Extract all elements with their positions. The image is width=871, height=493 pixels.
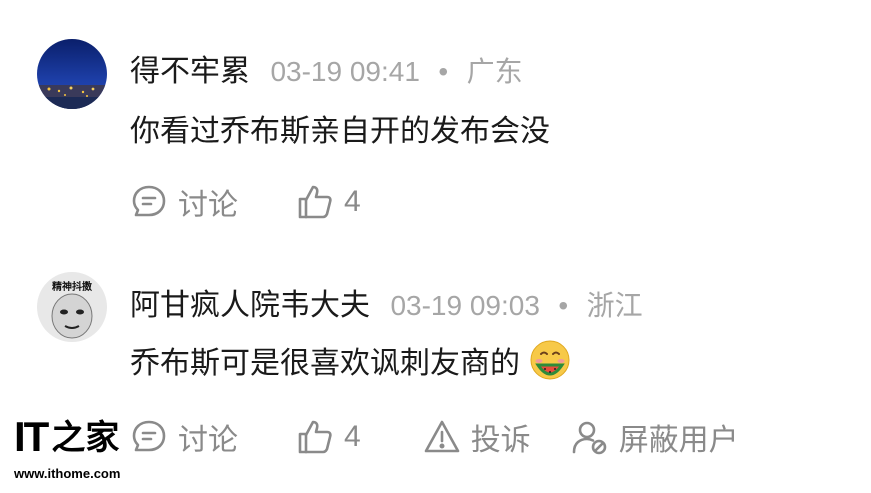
like-count: 4 bbox=[344, 185, 361, 218]
comment-text: 你看过乔布斯亲自开的发布会没 bbox=[130, 115, 550, 148]
chat-bubble-icon bbox=[130, 183, 168, 221]
comment-text: 乔布斯可是很喜欢讽刺友商的 bbox=[130, 347, 520, 380]
warning-triangle-icon bbox=[423, 418, 461, 456]
watermark-url: www.ithome.com bbox=[14, 466, 121, 481]
discuss-button[interactable]: 讨论 bbox=[130, 180, 238, 224]
comment-content: 你看过乔布斯亲自开的发布会没 bbox=[130, 106, 550, 150]
user-block-icon bbox=[571, 418, 609, 456]
logo-it: IT bbox=[14, 413, 49, 460]
discuss-button[interactable]: 讨论 bbox=[130, 415, 238, 459]
avatar-image bbox=[37, 39, 107, 109]
separator-dot: • bbox=[558, 290, 569, 321]
thumbs-up-icon bbox=[296, 183, 334, 221]
chat-bubble-icon bbox=[130, 418, 168, 456]
like-count: 4 bbox=[344, 420, 361, 453]
report-label: 投诉 bbox=[470, 424, 531, 457]
watermelon-face-emoji bbox=[528, 338, 572, 382]
comment-time: 03-19 09:41 bbox=[270, 56, 420, 87]
avatar[interactable] bbox=[37, 39, 107, 109]
discuss-label: 讨论 bbox=[178, 424, 238, 457]
block-user-button[interactable]: 屏蔽用户 bbox=[571, 415, 739, 459]
like-button[interactable]: 4 bbox=[296, 183, 361, 221]
separator-dot: • bbox=[438, 56, 449, 87]
comment-content: 乔布斯可是很喜欢讽刺友商的 bbox=[130, 338, 572, 382]
ithome-watermark: IT 之家 www.ithome.com bbox=[14, 416, 134, 486]
discuss-label: 讨论 bbox=[178, 189, 238, 222]
avatar[interactable]: 精神抖擞 bbox=[37, 272, 107, 342]
comment-meta: 得不牢累 03-19 09:41 • 广东 bbox=[130, 46, 523, 90]
like-button[interactable]: 4 bbox=[296, 418, 361, 456]
username[interactable]: 阿甘疯人院韦大夫 bbox=[130, 289, 370, 322]
thumbs-up-icon bbox=[296, 418, 334, 456]
comment-actions: 讨论 4 投诉 屏蔽用户 bbox=[130, 415, 739, 459]
ithome-logo: IT 之家 bbox=[14, 416, 134, 458]
comment-location: 浙江 bbox=[586, 290, 643, 321]
comment-time: 03-19 09:03 bbox=[390, 290, 540, 321]
comment-actions: 讨论 4 bbox=[130, 180, 361, 224]
logo-zhi: 之家 bbox=[51, 419, 120, 457]
report-button[interactable]: 投诉 bbox=[423, 415, 531, 459]
username[interactable]: 得不牢累 bbox=[130, 55, 250, 88]
comment-meta: 阿甘疯人院韦大夫 03-19 09:03 • 浙江 bbox=[130, 280, 643, 324]
avatar-caption: 精神抖擞 bbox=[52, 280, 93, 293]
block-user-label: 屏蔽用户 bbox=[618, 424, 739, 457]
avatar-image: 精神抖擞 bbox=[37, 272, 107, 342]
comment-location: 广东 bbox=[466, 56, 523, 87]
